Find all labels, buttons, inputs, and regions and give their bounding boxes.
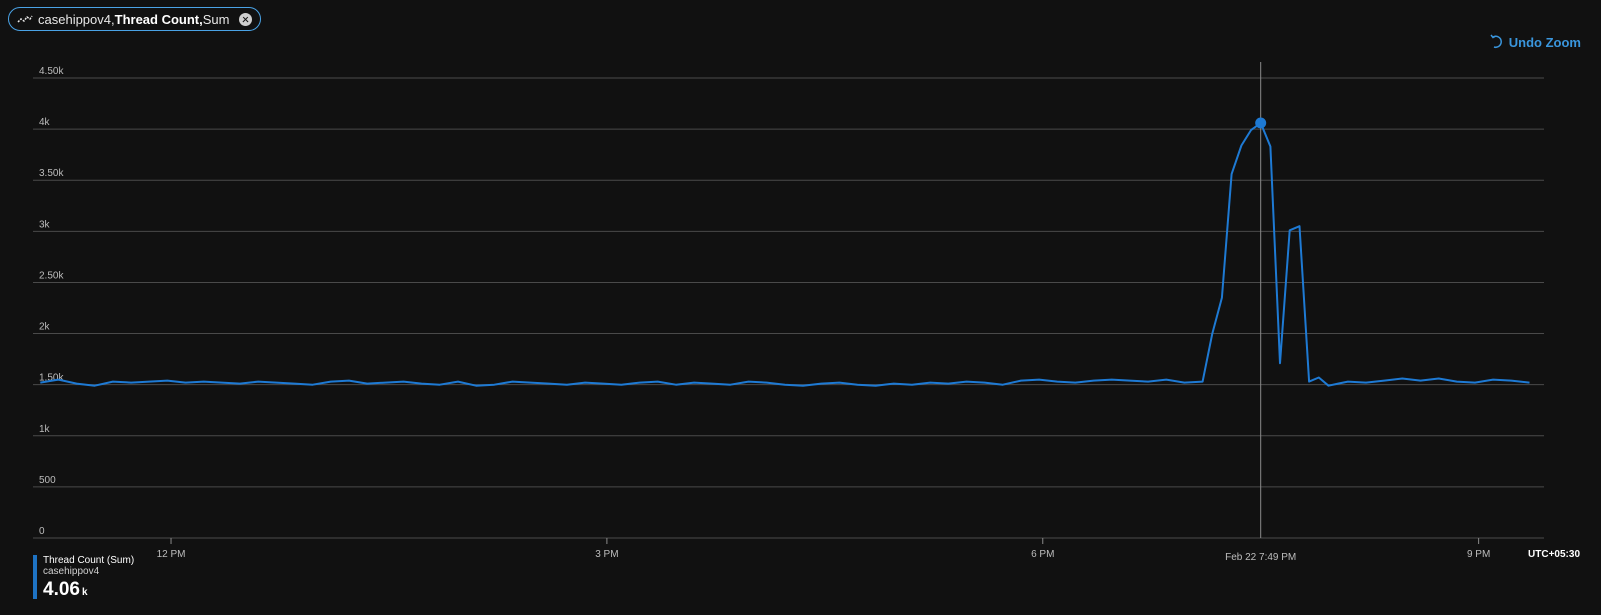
y-tick-label: 3.50k [39,168,64,179]
legend-value-unit: k [81,587,88,598]
series-line-thread-count[interactable] [40,122,1530,387]
y-tick-label: 4.50k [39,66,64,77]
x-tick-label: 6 PM [1031,549,1054,560]
x-tick-label: 3 PM [595,549,618,560]
legend-series-name: Thread Count (Sum) [43,555,135,566]
legend-resource: casehippov4 [43,566,100,577]
legend-value: 4.06 k [43,579,134,604]
x-tick-label: 12 PM [157,549,186,560]
x-tick-label: 9 PM [1467,549,1490,560]
y-tick-label: 1k [39,424,51,435]
legend-color-swatch [33,555,37,599]
thread-count-chart: 05001k1.50k2k2.50k3k3.50k4k4.50k 12 PM 3 … [33,62,1580,563]
y-tick-label: 500 [39,475,56,486]
legend[interactable]: Thread Count (Sum) casehippov4 4.06 k [33,555,134,604]
y-tick-label: 2.50k [39,270,64,281]
y-tick-label: 4k [39,117,51,128]
y-tick-label: 3k [39,219,51,230]
peak-point[interactable] [1255,117,1267,129]
legend-value-number: 4.06 [43,579,80,600]
y-tick-label: 2k [39,322,51,333]
cursor-label: Feb 22 7:49 PM [1225,552,1296,563]
y-tick-label: 0 [39,526,45,537]
timezone-label: UTC+05:30 [1528,549,1580,560]
